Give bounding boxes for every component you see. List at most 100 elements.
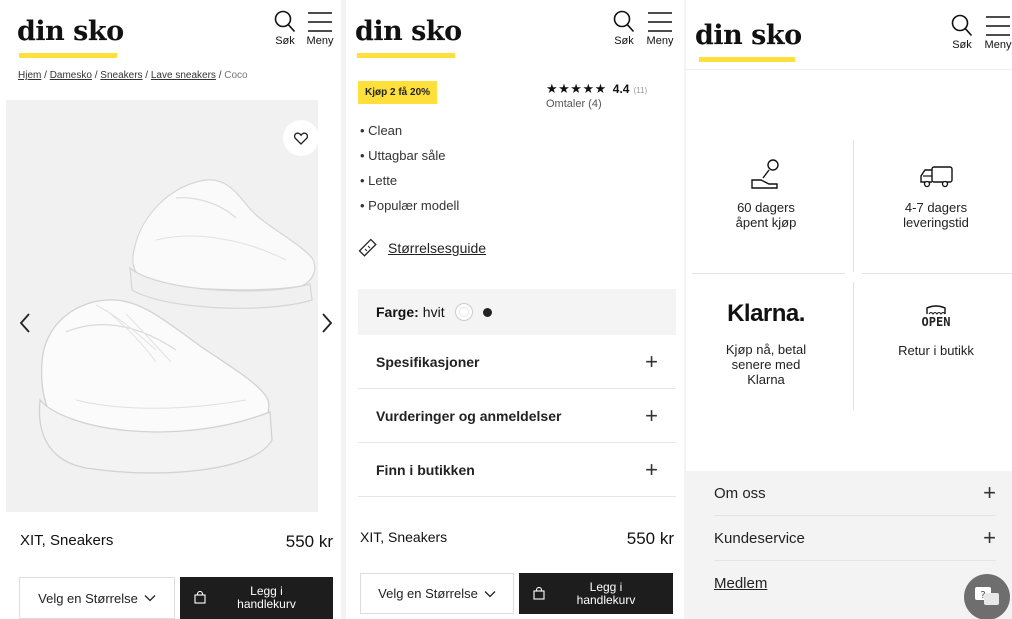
usp-text-1: Retur i butikk: [898, 343, 974, 358]
footer-item-customer-service[interactable]: Kundeservice +: [714, 516, 996, 561]
color-swatch-white[interactable]: [454, 303, 473, 321]
list-item: • Clean: [360, 123, 403, 138]
search-button[interactable]: Søk: [944, 14, 980, 51]
add-to-cart-label-2: handlekurv: [237, 597, 296, 611]
footer-item-label: Kundeservice: [714, 529, 805, 547]
previous-image-button[interactable]: [18, 312, 32, 339]
product-image-gallery[interactable]: [6, 100, 333, 512]
color-swatch-black[interactable]: [482, 307, 492, 317]
color-label: Farge:: [376, 304, 419, 320]
list-item: • Populær modell: [360, 198, 460, 213]
usp-text-1: Kjøp nå, betal: [725, 342, 807, 357]
breadcrumb-link[interactable]: Lave sneakers: [151, 70, 216, 81]
product-summary: XIT, Sneakers 550 kr: [360, 529, 674, 549]
accordion-reviews[interactable]: Vurderinger og anmeldelser +: [358, 389, 676, 443]
color-selector: Farge: hvit: [358, 289, 676, 335]
size-select[interactable]: Velg en Størrelse: [360, 573, 514, 614]
logo-underline: [699, 57, 795, 62]
search-button[interactable]: Søk: [267, 10, 303, 47]
size-guide-link[interactable]: Størrelsesguide: [358, 238, 486, 258]
next-image-button[interactable]: [320, 312, 334, 339]
usp-text-1: 4-7 dagers: [904, 200, 968, 215]
breadcrumb-link[interactable]: Damesko: [50, 70, 92, 81]
plus-icon: +: [645, 402, 658, 428]
logo-underline: [19, 53, 117, 58]
divider: [862, 273, 1012, 274]
footer-item-member[interactable]: Medlem: [714, 561, 996, 606]
footer-item-about[interactable]: Om oss +: [714, 471, 996, 516]
rating-count: (11): [633, 86, 648, 95]
search-label: Søk: [952, 39, 972, 51]
breadcrumb-link[interactable]: Hjem: [18, 70, 41, 81]
usp-text-2: åpent kjøp: [735, 215, 797, 230]
size-select[interactable]: Velg en Størrelse: [19, 577, 175, 619]
hamburger-icon: [308, 12, 332, 32]
logo[interactable]: din sko: [355, 16, 462, 47]
usp-text-2: senere med: [731, 357, 801, 372]
foot-return-icon: [751, 159, 779, 189]
size-select-label: Velg en Størrelse: [38, 590, 138, 606]
breadcrumb-link[interactable]: Sneakers: [100, 70, 142, 81]
product-panel-image: din sko Søk Meny Hjem / Damesko / Sneake…: [0, 0, 341, 619]
chat-button[interactable]: ?: [964, 574, 1010, 619]
divider: [853, 282, 854, 410]
logo[interactable]: din sko: [17, 16, 124, 47]
hamburger-icon: [986, 16, 1010, 36]
chevron-down-icon: [484, 590, 496, 597]
product-name: XIT, Sneakers: [360, 529, 448, 545]
truck-icon: [920, 166, 953, 188]
site-header: din sko Søk Meny: [686, 0, 1012, 70]
site-header: din sko Søk Meny: [346, 0, 684, 70]
rating-stars: ★★★★★: [546, 81, 607, 96]
size-guide-label: Størrelsesguide: [388, 240, 487, 256]
ruler-icon: [358, 238, 377, 257]
logo-underline: [357, 53, 455, 58]
color-value: hvit: [422, 304, 445, 320]
divider: [853, 140, 854, 272]
footer-item-label: Medlem: [714, 575, 768, 592]
search-button[interactable]: Søk: [606, 10, 642, 47]
chevron-left-icon: [19, 313, 30, 333]
product-summary: XIT, Sneakers 550 kr: [20, 532, 333, 552]
plus-icon: +: [983, 480, 996, 505]
usp-open-purchase: 60 dagers åpent kjøp: [690, 158, 842, 230]
open-sign-text: OPEN: [921, 315, 951, 329]
favorite-button[interactable]: [283, 120, 319, 156]
add-to-cart-label-2: handlekurv: [576, 592, 636, 607]
product-price: 550 kr: [626, 529, 674, 548]
list-item: • Uttagbar såle: [360, 148, 446, 163]
chevron-right-icon: [322, 313, 333, 333]
product-price: 550 kr: [285, 532, 333, 551]
rating-summary[interactable]: ★★★★★ 4.4 (11) Omtaler (4): [546, 80, 672, 110]
add-to-cart-button[interactable]: Legg i handlekurv: [180, 577, 333, 619]
footer-item-label: Om oss: [714, 484, 766, 502]
usp-return-in-store: OPEN Retur i butikk: [860, 305, 1012, 358]
klarna-logo: Klarna.: [727, 300, 805, 327]
usp-delivery: 4-7 dagers leveringstid: [860, 158, 1012, 230]
usp-text-3: Klarna: [747, 372, 785, 387]
feature-list: • Clean • Uttagbar såle • Lette • Populæ…: [360, 121, 459, 221]
search-label: Søk: [275, 35, 295, 47]
list-item: • Lette: [360, 173, 398, 188]
logo[interactable]: din sko: [695, 20, 802, 51]
accordion-label: Spesifikasjoner: [376, 353, 480, 370]
product-panel-details: din sko Søk Meny Kjøp 2 få 20% ★★★★★ 4.4(…: [346, 0, 684, 619]
menu-button[interactable]: Meny: [642, 10, 678, 47]
reviews-link[interactable]: Omtaler (4): [546, 98, 672, 110]
accordion-specifications[interactable]: Spesifikasjoner +: [358, 335, 676, 389]
product-image: [38, 179, 316, 474]
svg-text:?: ?: [980, 590, 985, 601]
chat-icon: ?: [975, 587, 999, 605]
plus-icon: +: [983, 525, 996, 550]
accordion-label: Finn i butikken: [376, 461, 475, 478]
add-to-cart-button[interactable]: Legg i handlekurv: [519, 573, 673, 614]
plus-icon: +: [645, 348, 658, 374]
hamburger-icon: [648, 12, 672, 32]
breadcrumb: Hjem / Damesko / Sneakers / Lave sneaker…: [18, 70, 248, 81]
menu-button[interactable]: Meny: [980, 14, 1012, 51]
accordion-find-in-store[interactable]: Finn i butikken +: [358, 443, 676, 497]
open-sign-icon: OPEN: [916, 305, 956, 329]
search-icon: [613, 10, 635, 33]
plus-icon: +: [645, 456, 658, 482]
menu-button[interactable]: Meny: [302, 10, 338, 47]
